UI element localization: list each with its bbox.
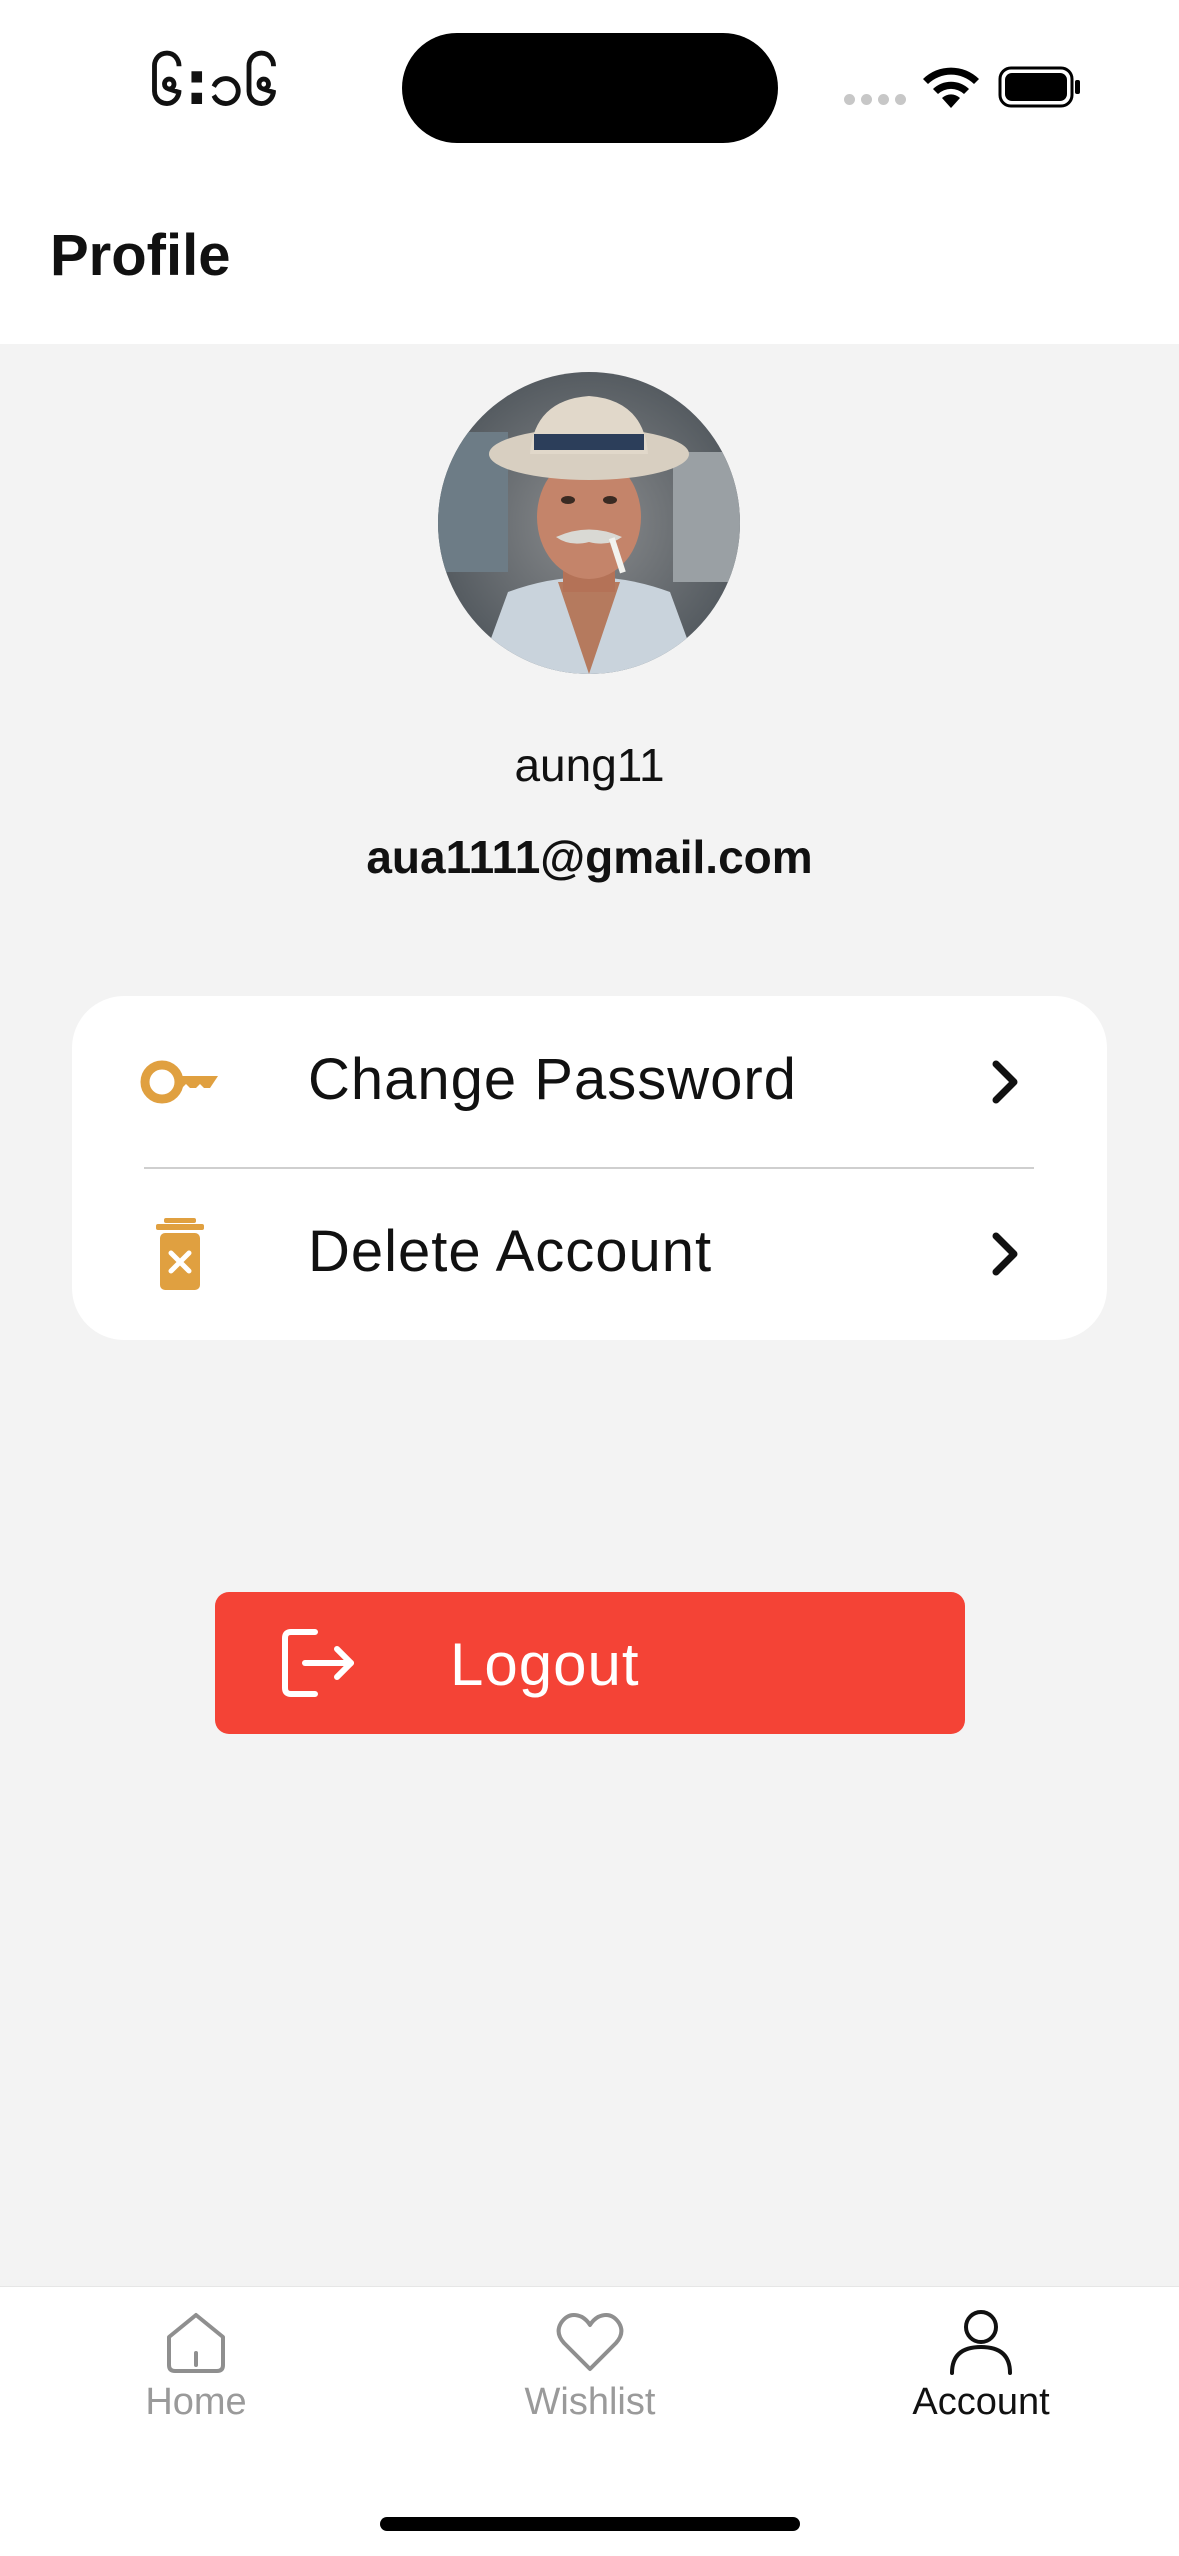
tab-account-label: Account bbox=[912, 2381, 1050, 2423]
wifi-icon bbox=[923, 67, 979, 108]
home-icon bbox=[167, 2313, 225, 2373]
page-title: Profile bbox=[50, 223, 231, 288]
profile-email: aua1111@gmail.com bbox=[366, 831, 813, 883]
top-bar: ၆:၁၆ Profile bbox=[0, 0, 1179, 344]
heart-icon bbox=[556, 2313, 624, 2371]
cellular-signal-icon bbox=[844, 94, 906, 106]
chevron-right-icon bbox=[992, 1232, 1018, 1276]
tab-wishlist[interactable]: Wishlist bbox=[440, 2309, 740, 2449]
change-password-row[interactable]: Change Password bbox=[72, 996, 1107, 1168]
trash-icon bbox=[156, 1218, 204, 1290]
chevron-right-icon bbox=[992, 1060, 1018, 1104]
delete-account-row[interactable]: Delete Account bbox=[72, 1168, 1107, 1340]
battery-icon bbox=[998, 66, 1080, 108]
key-icon bbox=[140, 1060, 218, 1104]
profile-username: aung11 bbox=[514, 739, 665, 791]
tab-home[interactable]: Home bbox=[46, 2309, 346, 2449]
avatar[interactable] bbox=[438, 372, 740, 674]
change-password-label: Change Password bbox=[308, 1047, 797, 1112]
bottom-tab-bar: Home Wishlist Account bbox=[0, 2286, 1179, 2556]
tab-wishlist-label: Wishlist bbox=[524, 2381, 656, 2423]
dynamic-island bbox=[402, 33, 778, 143]
tab-home-label: Home bbox=[145, 2381, 247, 2423]
profile-screen: ၆:၁၆ Profile aung11 aua1111@gmail.com Ch… bbox=[0, 0, 1179, 2556]
logout-icon bbox=[282, 1629, 354, 1697]
delete-account-label: Delete Account bbox=[308, 1219, 713, 1284]
person-icon bbox=[950, 2310, 1012, 2375]
logout-label: Logout bbox=[450, 1631, 640, 1698]
tab-account[interactable]: Account bbox=[831, 2309, 1131, 2449]
home-indicator[interactable] bbox=[380, 2517, 800, 2531]
logout-button[interactable]: Logout bbox=[215, 1592, 965, 1734]
status-time: ၆:၁၆ bbox=[150, 49, 280, 119]
settings-card: Change Password Delete Account bbox=[72, 996, 1107, 1340]
